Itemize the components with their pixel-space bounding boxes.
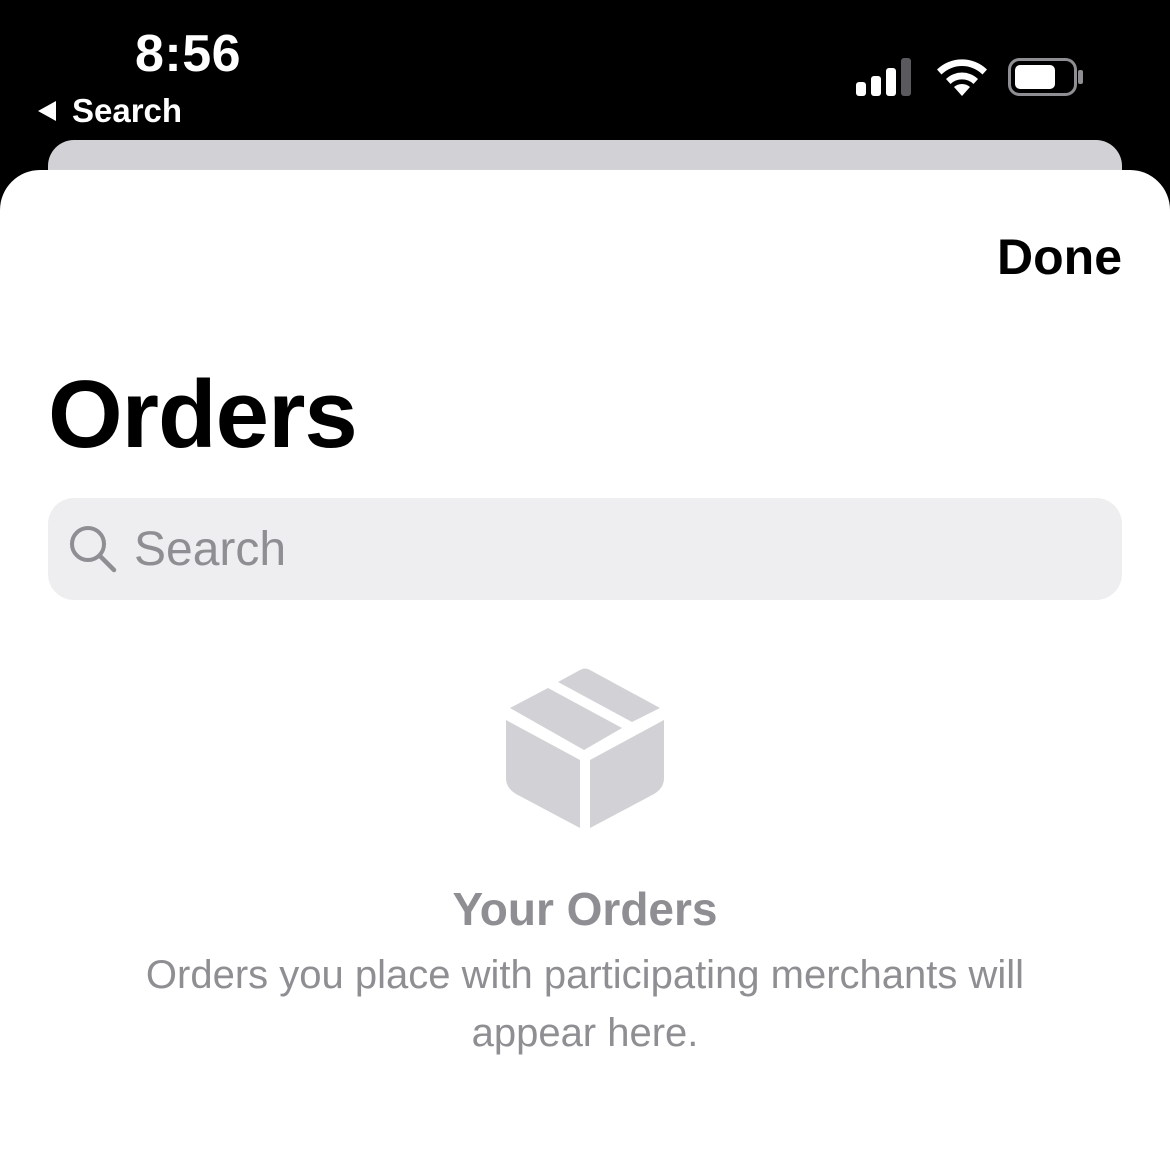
battery-icon: [1008, 58, 1083, 96]
search-input[interactable]: Search: [48, 498, 1122, 600]
done-button[interactable]: Done: [997, 228, 1122, 286]
wifi-icon: [937, 59, 987, 96]
status-time: 8:56: [135, 25, 242, 83]
search-icon: [70, 526, 117, 573]
back-link-label: Search: [72, 92, 183, 129]
empty-state-title: Your Orders: [452, 883, 718, 935]
search-placeholder: Search: [134, 522, 287, 576]
package-box-icon: [506, 668, 664, 828]
cellular-signal-icon: [856, 58, 914, 96]
empty-state-message: Orders you place with participating merc…: [145, 953, 1025, 1055]
screen: 8:56 Search Done Orders Search Your Orde…: [0, 0, 1170, 1170]
page-title: Orders: [48, 361, 358, 468]
back-to-search-link[interactable]: Search: [38, 92, 182, 130]
back-arrow-icon: [38, 101, 56, 121]
orders-sheet: Done Orders Search Your Orders Orders yo…: [0, 170, 1170, 1170]
